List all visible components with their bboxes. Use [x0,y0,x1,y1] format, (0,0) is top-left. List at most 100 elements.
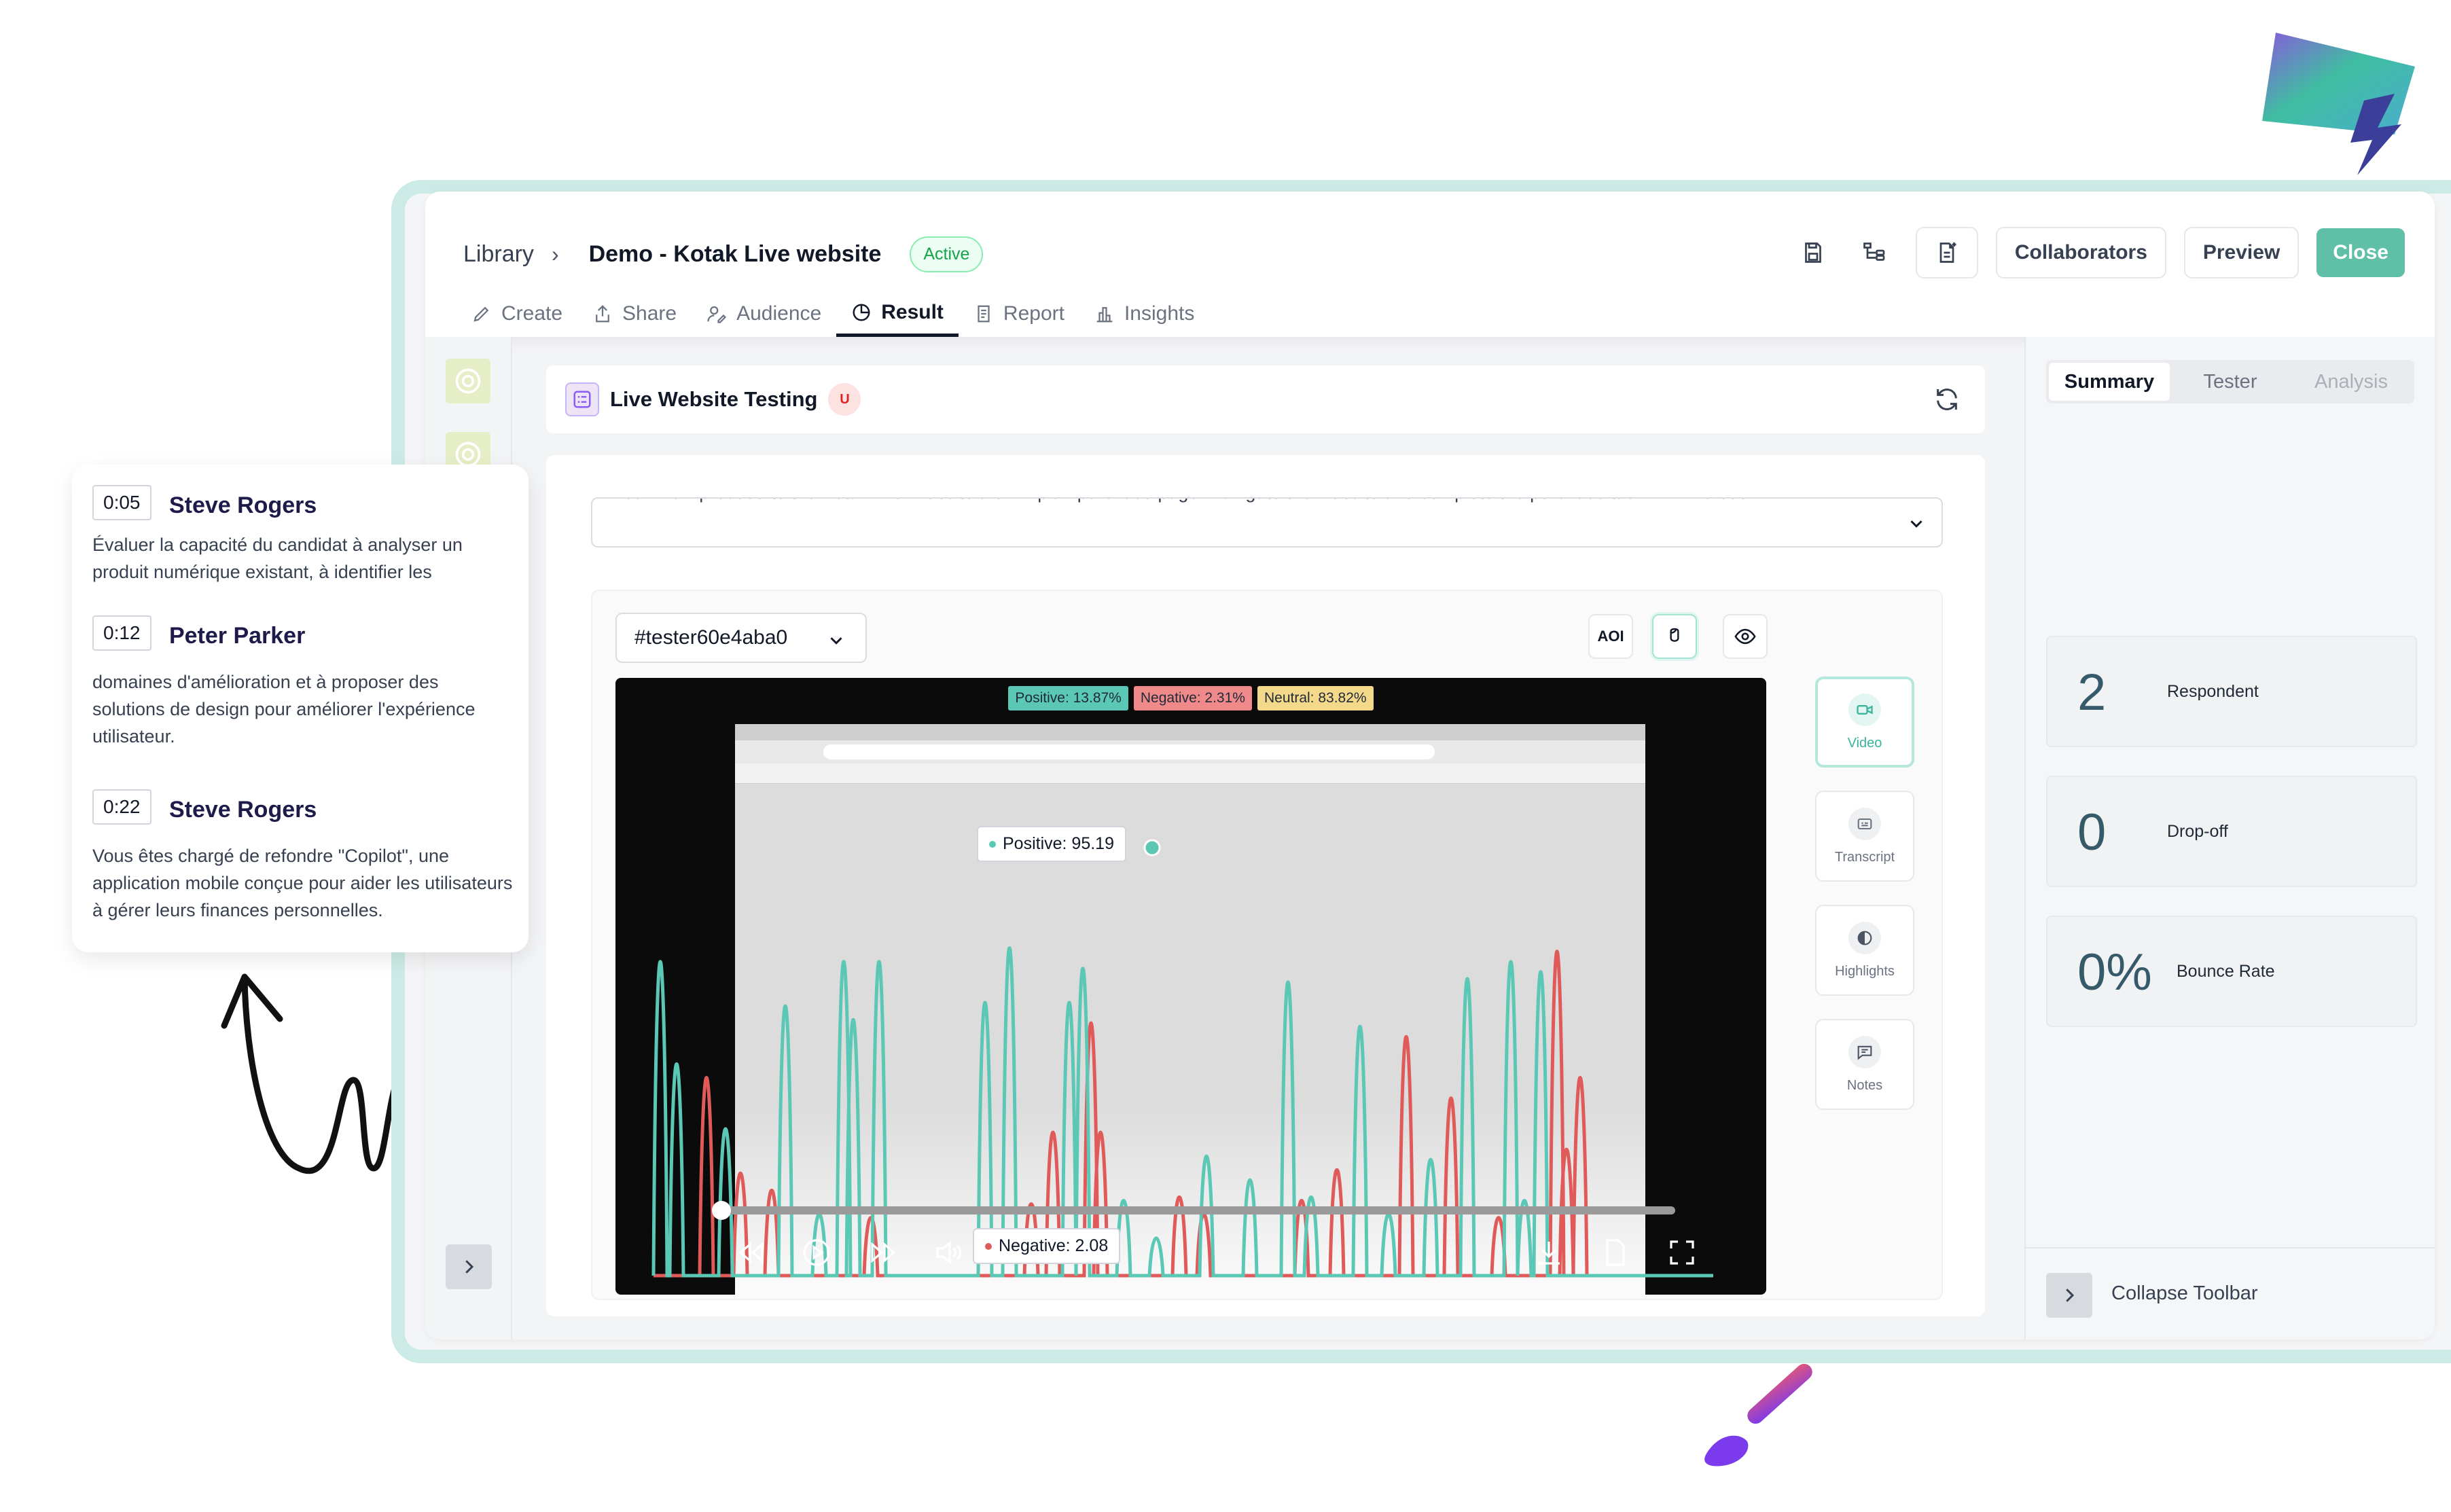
report-icon [978,305,990,323]
brush-decoration [1704,1363,1812,1466]
tab-summary[interactable]: Summary [2049,363,2170,401]
transcript-text: Vous êtes chargé de refondre "Copilot", … [92,846,513,920]
timestamp[interactable]: 0:22 [92,789,151,825]
task-text: You'll now proceed to the Kotak Life Web… [613,499,1883,503]
arrow-decoration [221,973,404,1174]
insights-icon [1096,307,1113,323]
chevron-right-icon [465,1260,474,1274]
timestamp[interactable]: 0:05 [92,485,151,520]
stat-label: Bounce Rate [2177,962,2275,981]
negative-tooltip-text: Negative: 2.08 [999,1236,1109,1255]
pencil-icon [473,306,489,322]
task-dropdown[interactable]: You'll now proceed to the Kotak Life Web… [591,497,1943,547]
tab-label: Result [881,300,944,323]
tab-tester[interactable]: Tester [2170,363,2291,401]
save-icon[interactable] [1791,227,1836,278]
transcript-card: 0:05 Steve Rogers Évaluer la capacité du… [72,465,529,952]
add-doc-icon[interactable] [1915,227,1978,278]
collapse-toolbar-label[interactable]: Collapse Toolbar [2111,1282,2258,1305]
video-progress-bar[interactable] [720,1206,1675,1214]
stat-label: Drop-off [2167,822,2228,841]
flow-icon[interactable] [1853,227,1898,278]
rewind-icon[interactable] [735,1236,768,1269]
video-tool-button[interactable]: Video [1815,677,1914,768]
tab-label: Create [501,302,563,325]
file-icon[interactable] [1599,1236,1632,1269]
video-icon [1848,693,1881,726]
user-badge: U [828,383,861,416]
positive-tooltip: Positive: 95.19 [977,826,1126,862]
speaker-name: Peter Parker [168,623,306,649]
volume-icon[interactable] [932,1236,965,1269]
timestamp[interactable]: 0:12 [92,615,151,651]
heatmap-face-icon[interactable] [1652,614,1697,659]
header: Library › Demo - Kotak Live website Acti… [425,192,2435,337]
pie-icon [853,304,870,321]
highlights-tool-button[interactable]: Highlights [1815,905,1914,996]
refresh-icon[interactable] [1933,386,1961,413]
preview-button[interactable]: Preview [2183,227,2300,278]
breadcrumb-library[interactable]: Library [463,241,534,268]
tab-report[interactable]: Report [959,291,1079,337]
summary-tabs: Summary Tester Analysis [2046,360,2414,403]
sentiment-wave [651,839,1713,1278]
fullscreen-icon[interactable] [1666,1236,1698,1269]
flag-lightning-decoration [2262,33,2415,175]
tab-label: Audience [736,302,822,325]
positive-tooltip-text: Positive: 95.19 [1003,834,1114,853]
collapse-toolbar-button[interactable] [2046,1273,2092,1318]
audience-icon [707,306,727,323]
chevron-right-icon: › [551,241,559,266]
stat-value: 0 [2077,804,2107,861]
tester-dropdown[interactable]: #tester60e4aba0 [615,613,867,663]
stat-value: 0% [2077,943,2152,1001]
status-badge: Active [910,236,984,272]
stat-respondent: 2 Respondent [2046,636,2417,747]
transcript-entry[interactable]: 0:05 Steve Rogers Évaluer la capacité du… [92,485,514,586]
chevron-down-icon [830,637,842,645]
tab-share[interactable]: Share [577,291,692,337]
transcript-entry[interactable]: 0:12 Peter Parker domaines d'amélioratio… [92,615,514,750]
target-icon[interactable] [446,359,490,403]
transcript-icon [1848,807,1881,840]
transcript-tool-button[interactable]: Transcript [1815,791,1914,882]
transcript-text: Évaluer la capacité du candidat à analys… [92,535,463,582]
play-icon[interactable] [800,1236,833,1269]
stat-label: Respondent [2167,682,2259,701]
stat-value: 2 [2077,664,2107,721]
tab-result[interactable]: Result [836,291,959,337]
notes-tool-button[interactable]: Notes [1815,1019,1914,1110]
chevron-down-icon [1910,520,1922,528]
expand-rail-button[interactable] [446,1244,492,1289]
highlights-icon [1848,921,1881,954]
fast-forward-icon[interactable] [867,1236,899,1269]
progress-handle[interactable] [712,1201,731,1220]
sentiment-line [654,950,1713,1278]
close-button[interactable]: Close [2316,228,2405,277]
right-panel: Summary Tester Analysis 2 Respondent 0 D… [2024,337,2435,1339]
transcript-entry[interactable]: 0:22 Steve Rogers Vous êtes chargé de re… [92,789,514,924]
positive-marker [1143,839,1161,857]
main-tabs: Create Share Audience Result Report Insi… [457,291,1209,337]
tab-label: Insights [1124,302,1195,325]
tool-label: Highlights [1835,963,1895,979]
app-window: Library › Demo - Kotak Live website Acti… [425,192,2435,1339]
collaborators-button[interactable]: Collaborators [1995,227,2166,278]
breadcrumb: Library › Demo - Kotak Live website Acti… [463,234,984,274]
checklist-icon [565,382,599,416]
aoi-button[interactable]: AOI [1588,614,1633,659]
stat-bounce-rate: 0% Bounce Rate [2046,916,2417,1027]
stat-drop-off: 0 Drop-off [2046,776,2417,887]
speaker-name: Steve Rogers [168,492,317,519]
tab-label: Share [622,302,677,325]
video-player[interactable]: Positive: 13.87% Negative: 2.31% Neutral… [615,678,1766,1295]
right-panel-footer: Collapse Toolbar [2026,1247,2435,1339]
eye-icon[interactable] [1723,614,1768,659]
tab-analysis[interactable]: Analysis [2291,363,2412,401]
tab-create[interactable]: Create [457,291,577,337]
player-area: #tester60e4aba0 AOI Positive: 13.87% Neg… [591,590,1943,1300]
chevron-right-icon [2066,1289,2075,1302]
tab-insights[interactable]: Insights [1079,291,1209,337]
tab-audience[interactable]: Audience [692,291,836,337]
download-icon[interactable] [1533,1236,1565,1269]
